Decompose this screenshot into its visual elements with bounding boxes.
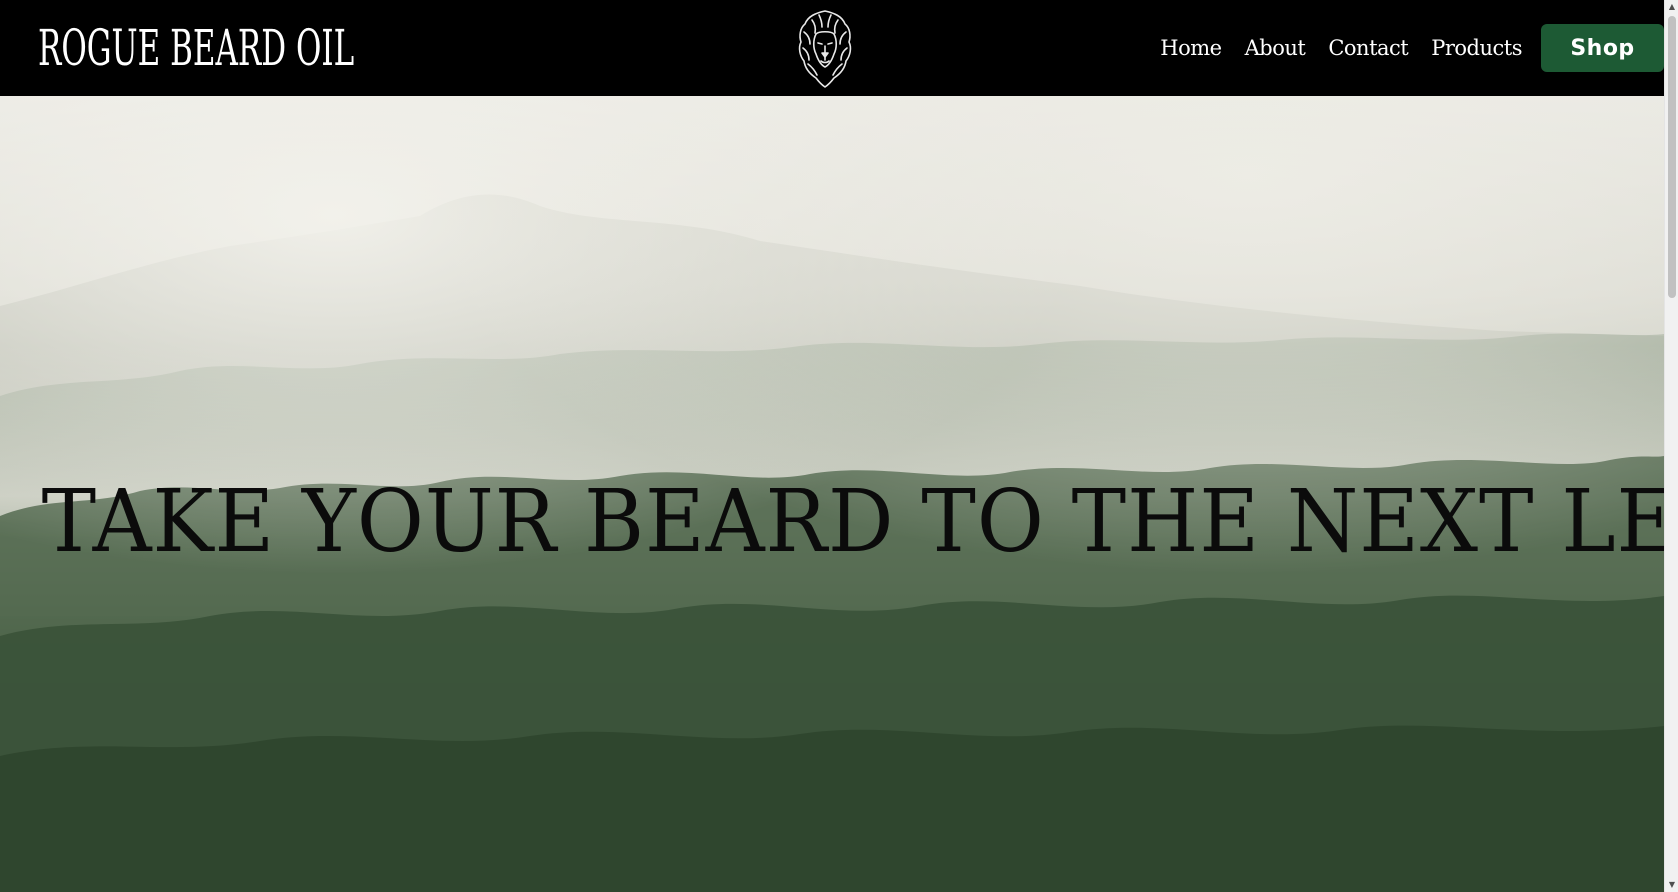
hero-section: TAKE YOUR BEARD TO THE NEXT LEVEL: [0, 96, 1664, 892]
page-scrollbar[interactable]: ▲ ▼: [1664, 0, 1678, 892]
scroll-up-arrow-icon[interactable]: ▲: [1665, 0, 1678, 14]
lion-head-icon[interactable]: [794, 8, 856, 88]
hero-title: TAKE YOUR BEARD TO THE NEXT LEVEL: [41, 471, 1664, 572]
page: ROGUE BEARD OIL Home About Contact Produ…: [0, 0, 1678, 892]
scroll-down-arrow-icon[interactable]: ▼: [1665, 878, 1678, 892]
brand-logo-text[interactable]: ROGUE BEARD OIL: [38, 14, 354, 82]
nav-link-home[interactable]: Home: [1160, 36, 1222, 60]
site-header: ROGUE BEARD OIL Home About Contact Produ…: [0, 0, 1664, 96]
nav-link-about[interactable]: About: [1245, 36, 1306, 60]
nav-link-contact[interactable]: Contact: [1328, 36, 1408, 60]
nav-link-products[interactable]: Products: [1431, 36, 1522, 60]
main-nav: Home About Contact Products Shop: [1160, 0, 1664, 96]
shop-button[interactable]: Shop: [1541, 24, 1664, 72]
scrollbar-thumb[interactable]: [1668, 16, 1676, 298]
